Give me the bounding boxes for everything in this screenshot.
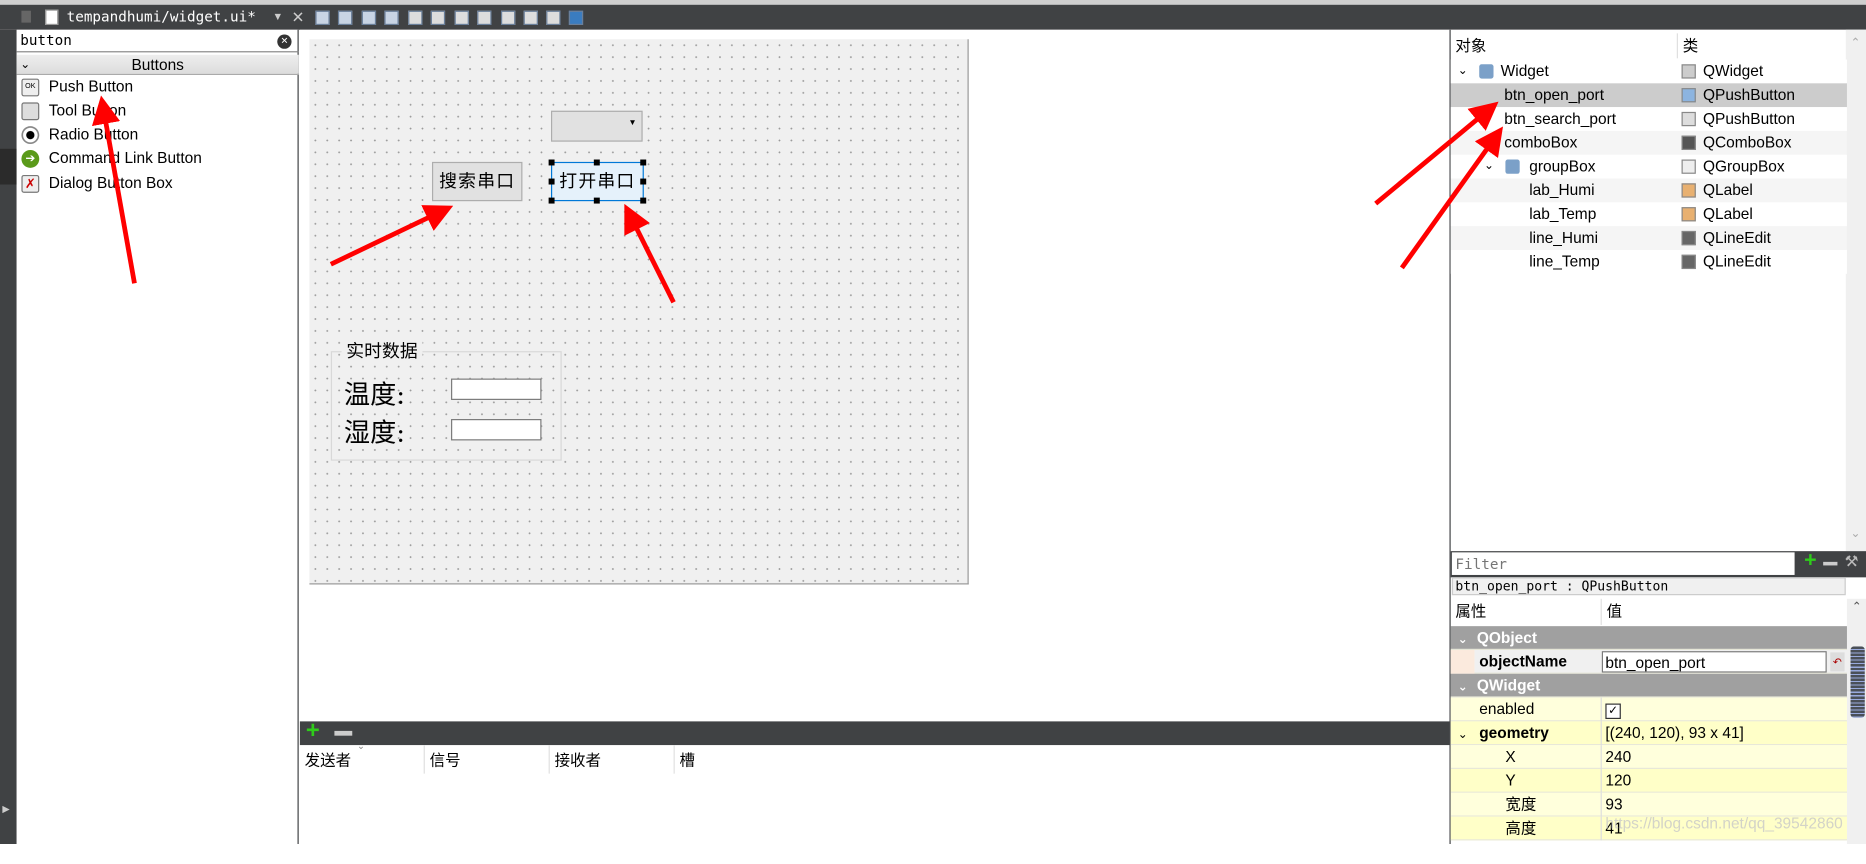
arrow-to-open-button bbox=[624, 203, 676, 304]
arrow-to-btn-open-port bbox=[1374, 101, 1499, 206]
arrow-to-btn-search-port bbox=[1399, 126, 1504, 270]
annotation-arrows bbox=[91, 95, 1504, 304]
arrow-to-search-button bbox=[329, 205, 454, 267]
arrow-to-push-button bbox=[91, 95, 137, 284]
